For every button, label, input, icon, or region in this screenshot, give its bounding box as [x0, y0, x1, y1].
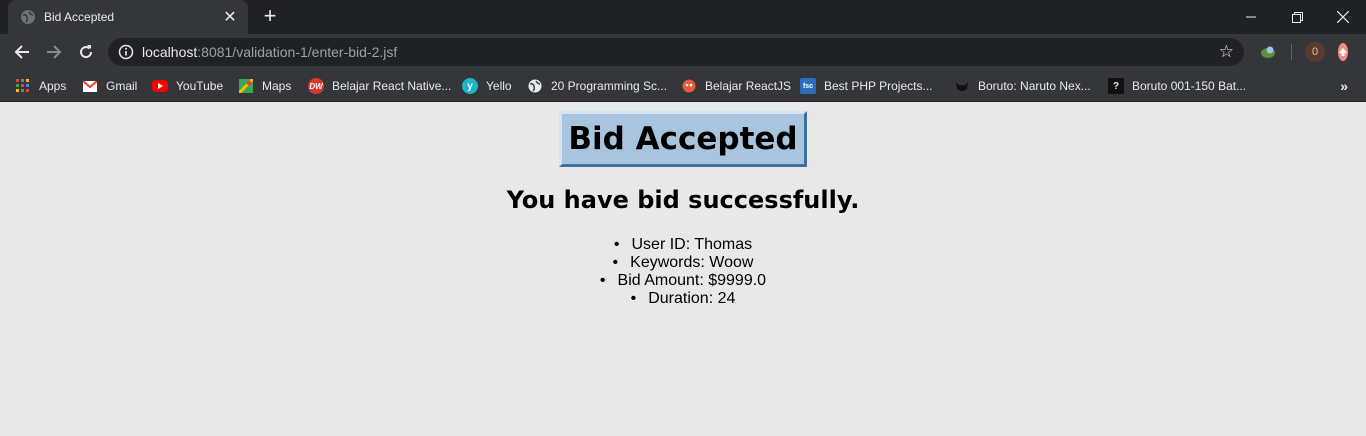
forward-icon[interactable]: [38, 36, 70, 68]
bookmark-boruto-naruto[interactable]: Boruto: Naruto Nex...: [954, 77, 1091, 95]
toolbar-divider: [1291, 44, 1292, 60]
bookmark-label: YouTube: [176, 79, 224, 93]
bookmark-label: Apps: [39, 79, 67, 93]
bookmark-apps[interactable]: Apps: [15, 77, 66, 95]
bookmark-label: Yello: [486, 79, 512, 93]
new-tab-button[interactable]: +: [258, 5, 282, 29]
bid-details-list: User ID: Thomas Keywords: Woow Bid Amoun…: [0, 236, 1366, 308]
bookmark-belajar-react-native[interactable]: DW Belajar React Native...: [308, 77, 451, 95]
globe-icon: [20, 9, 36, 25]
bookmark-yello[interactable]: y Yello: [462, 77, 512, 95]
bookmark-label: Maps: [262, 79, 292, 93]
globe-icon: [527, 78, 543, 94]
url-text: localhost:8081/validation-1/enter-bid-2.…: [142, 44, 397, 60]
bookmark-boruto-001-150[interactable]: ? Boruto 001-150 Bat...: [1108, 77, 1246, 95]
dw-icon: DW: [308, 78, 324, 94]
youtube-icon: [152, 78, 168, 94]
tab-strip: Bid Accepted ✕ +: [0, 0, 1366, 34]
bookmarks-bar: Apps Gmail YouTube Maps DW Belajar React…: [0, 70, 1366, 102]
url-path: :8081/validation-1/enter-bid-2.jsf: [197, 44, 398, 60]
cat-icon: [954, 78, 970, 94]
extension-icon[interactable]: [1257, 41, 1279, 63]
bookmark-belajar-reactjs[interactable]: Belajar ReactJS: [681, 77, 791, 95]
bookmark-label: Belajar React Native...: [332, 79, 452, 93]
question-icon: ?: [1108, 78, 1124, 94]
success-message: You have bid successfully.: [506, 186, 860, 214]
browser-toolbar: localhost:8081/validation-1/enter-bid-2.…: [0, 34, 1366, 70]
back-icon[interactable]: [6, 36, 38, 68]
bookmark-star-icon[interactable]: ☆: [1219, 42, 1234, 62]
update-icon: [1338, 43, 1348, 61]
close-tab-icon[interactable]: ✕: [222, 7, 238, 27]
yello-icon: y: [462, 78, 478, 94]
browser-tab[interactable]: Bid Accepted ✕: [8, 0, 248, 34]
window-controls: [1228, 0, 1366, 34]
address-bar[interactable]: localhost:8081/validation-1/enter-bid-2.…: [108, 38, 1244, 66]
bookmark-best-php-projects[interactable]: fsc Best PHP Projects...: [800, 77, 933, 95]
page-content: Bid Accepted You have bid successfully. …: [0, 102, 1366, 436]
bookmark-20-programming[interactable]: 20 Programming Sc...: [527, 77, 667, 95]
gmail-icon: [82, 78, 98, 94]
list-item-bid-amount: Bid Amount: $9999.0: [0, 272, 1366, 290]
bookmark-label: Best PHP Projects...: [824, 79, 933, 93]
bookmark-gmail[interactable]: Gmail: [82, 77, 137, 95]
tab-title: Bid Accepted: [44, 10, 115, 24]
fsc-icon: fsc: [800, 78, 816, 94]
more-bookmarks-chevron-icon[interactable]: »: [1340, 78, 1348, 94]
page-title-box: Bid Accepted: [559, 111, 807, 167]
site-info-icon[interactable]: [118, 44, 134, 60]
bookmark-label: Boruto: Naruto Nex...: [978, 79, 1091, 93]
reactjs-icon: [681, 78, 697, 94]
extensions-area: 0: [1251, 34, 1366, 70]
page-title: Bid Accepted: [568, 121, 798, 157]
list-item-user-id: User ID: Thomas: [0, 236, 1366, 254]
bookmark-maps[interactable]: Maps: [238, 77, 291, 95]
profile-counter-badge[interactable]: 0: [1304, 41, 1326, 63]
minimize-icon[interactable]: [1228, 0, 1274, 34]
bookmark-label: Boruto 001-150 Bat...: [1132, 79, 1247, 93]
restore-icon[interactable]: [1274, 0, 1320, 34]
profile-avatar[interactable]: [1338, 41, 1360, 63]
close-window-icon[interactable]: [1320, 0, 1366, 34]
bookmark-label: Belajar ReactJS: [705, 79, 792, 93]
bookmark-label: 20 Programming Sc...: [551, 79, 668, 93]
maps-icon: [238, 78, 254, 94]
bookmark-label: Gmail: [106, 79, 138, 93]
apps-grid-icon: [15, 78, 31, 94]
list-item-duration: Duration: 24: [0, 290, 1366, 308]
list-item-keywords: Keywords: Woow: [0, 254, 1366, 272]
reload-icon[interactable]: [70, 36, 102, 68]
url-host: localhost: [142, 44, 198, 60]
bookmark-youtube[interactable]: YouTube: [152, 77, 223, 95]
